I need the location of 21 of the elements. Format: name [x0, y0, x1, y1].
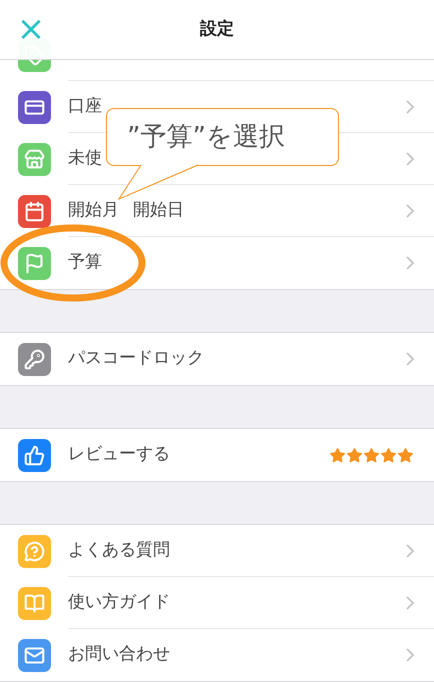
setting-label[interactable]: パスコードロック	[68, 346, 204, 372]
setting-label[interactable]: 使い方ガイド	[68, 590, 170, 616]
chevron-icon	[406, 596, 414, 610]
setting-label[interactable]: 開始日	[133, 198, 184, 224]
setting-label[interactable]: レビューする	[68, 442, 170, 468]
chevron-icon	[406, 544, 414, 558]
setting-label[interactable]: よくある質問	[68, 538, 170, 564]
setting-label[interactable]: 予算	[68, 250, 102, 276]
chevron-icon	[406, 352, 414, 366]
callout-text: ”予算”を選択	[127, 120, 285, 154]
setting-label[interactable]: お問い合わせ	[68, 642, 170, 668]
chevron-icon	[406, 100, 414, 114]
star-rating[interactable]	[329, 446, 414, 464]
chevron-icon	[406, 648, 414, 662]
setting-label[interactable]: 口座	[68, 94, 102, 120]
chevron-icon	[406, 204, 414, 218]
setting-label[interactable]: 開始月	[68, 198, 119, 224]
chevron-icon	[406, 152, 414, 166]
setting-label[interactable]: 未使	[68, 146, 102, 172]
page-title: 設定	[200, 18, 234, 41]
chevron-icon	[406, 256, 414, 270]
